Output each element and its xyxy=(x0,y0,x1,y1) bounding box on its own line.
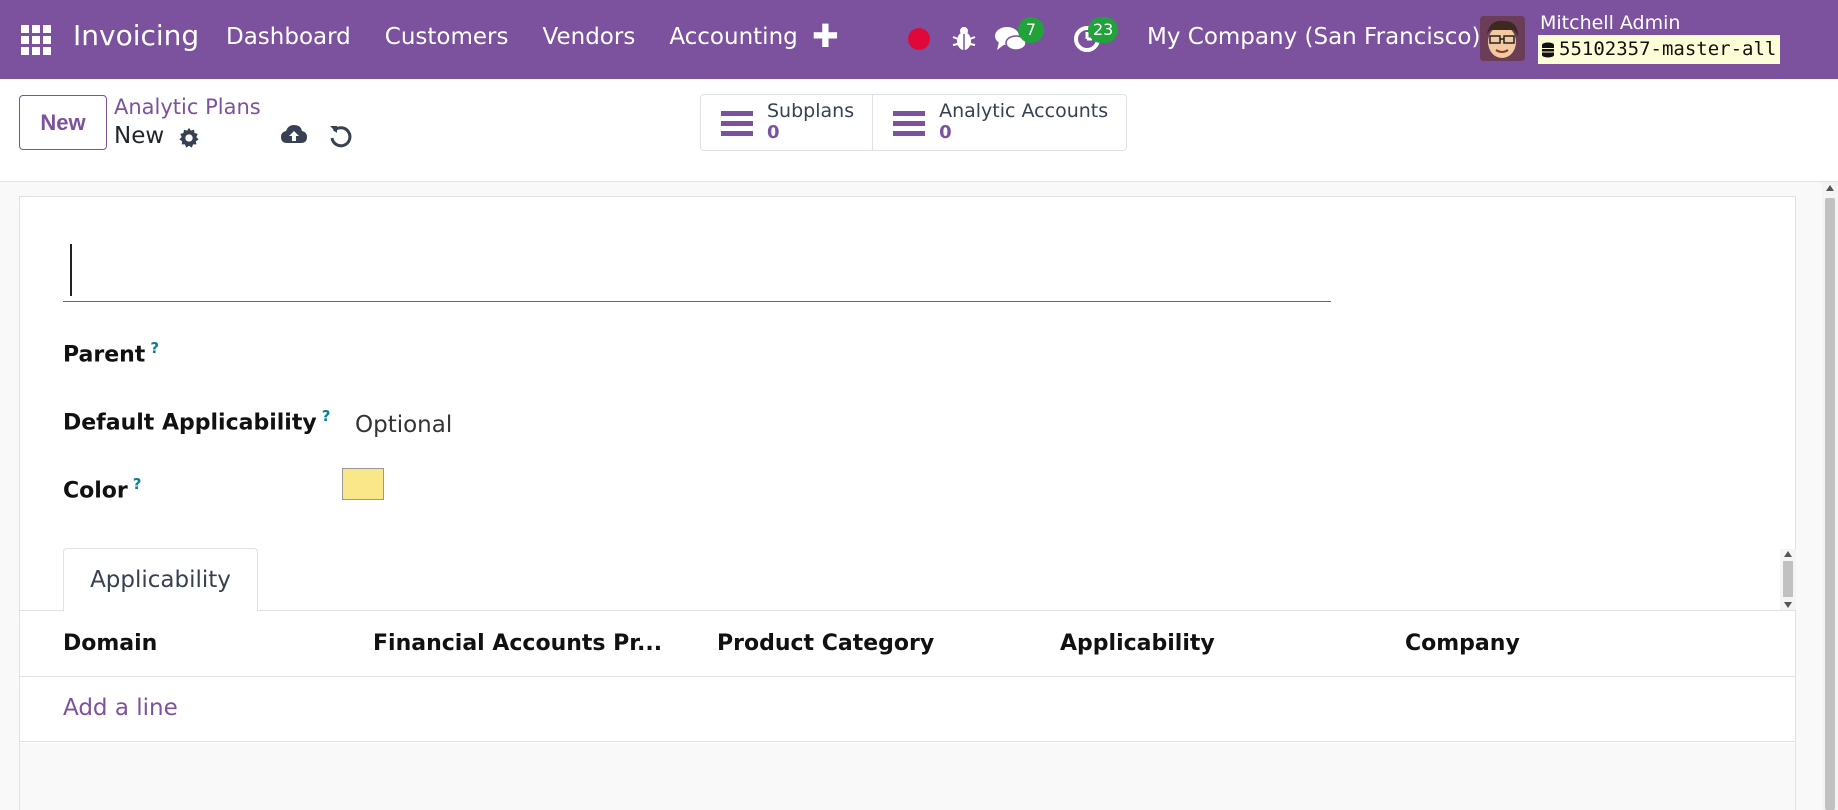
parent-help-tooltip[interactable]: ? xyxy=(150,339,159,357)
apps-grid-icon[interactable] xyxy=(21,25,51,55)
add-a-line-link[interactable]: Add a line xyxy=(63,695,178,721)
company-switcher[interactable]: My Company (San Francisco) xyxy=(1147,24,1480,50)
add-line-row: Add a line xyxy=(20,677,1795,742)
menu-dashboard[interactable]: Dashboard xyxy=(226,24,351,50)
column-domain[interactable]: Domain xyxy=(63,631,157,656)
new-button[interactable]: New xyxy=(19,95,107,150)
menu-customers[interactable]: Customers xyxy=(385,24,509,50)
default-applicability-help-tooltip[interactable]: ? xyxy=(322,407,331,425)
scroll-up-arrow[interactable] xyxy=(1784,551,1792,557)
control-panel: New Analytic Plans New Subplans 0 Analyt… xyxy=(0,79,1838,182)
breadcrumb-current: New xyxy=(114,123,165,149)
form-sheet: Parent? Default Applicability? Optional … xyxy=(19,196,1796,810)
scroll-up-arrow[interactable] xyxy=(1826,185,1834,191)
scroll-thumb[interactable] xyxy=(1783,561,1793,597)
subplans-smart-button[interactable]: Subplans 0 xyxy=(701,95,872,150)
record-icon[interactable] xyxy=(908,28,930,50)
table-footer xyxy=(20,743,1795,810)
database-name: 55102357-master-all xyxy=(1559,38,1777,60)
applicability-table-header: Domain Financial Accounts Pr... Product … xyxy=(20,611,1795,677)
discard-undo-icon[interactable] xyxy=(329,123,353,149)
column-product-category[interactable]: Product Category xyxy=(717,631,934,656)
tab-scrollbar[interactable] xyxy=(1780,549,1796,610)
notebook-tabs: Applicability xyxy=(20,548,1795,612)
bug-icon[interactable] xyxy=(951,25,977,53)
column-financial-accounts-prefix[interactable]: Financial Accounts Pr... xyxy=(373,631,662,656)
plus-icon[interactable]: ✚ xyxy=(812,20,839,52)
page-scrollbar[interactable] xyxy=(1822,182,1838,810)
cloud-upload-save-icon[interactable] xyxy=(280,123,308,149)
user-name[interactable]: Mitchell Admin xyxy=(1540,12,1680,34)
breadcrumb-parent[interactable]: Analytic Plans xyxy=(114,95,261,119)
scroll-down-arrow[interactable] xyxy=(1784,602,1792,608)
gear-icon[interactable] xyxy=(178,127,200,149)
default-applicability-label: Default Applicability? xyxy=(63,407,330,435)
subplans-count: 0 xyxy=(767,122,780,144)
list-icon xyxy=(893,110,926,136)
column-applicability[interactable]: Applicability xyxy=(1060,631,1215,656)
color-label-text: Color xyxy=(63,478,128,504)
column-company[interactable]: Company xyxy=(1405,631,1520,656)
color-picker-swatch[interactable] xyxy=(342,468,384,500)
user-avatar[interactable] xyxy=(1480,16,1525,61)
chat-count-badge: 7 xyxy=(1018,17,1044,43)
analytic-accounts-count: 0 xyxy=(939,122,952,144)
activity-count-badge: 23 xyxy=(1088,17,1119,43)
default-applicability-select[interactable]: Optional xyxy=(355,412,452,438)
main-menu: Dashboard Customers Vendors Accounting xyxy=(226,24,832,50)
text-caret xyxy=(70,244,72,296)
top-navbar: Invoicing Dashboard Customers Vendors Ac… xyxy=(0,0,1838,79)
analytic-accounts-label: Analytic Accounts xyxy=(939,100,1109,123)
app-title[interactable]: Invoicing xyxy=(73,19,199,52)
scroll-thumb[interactable] xyxy=(1825,198,1835,810)
color-field-label: Color? xyxy=(63,475,141,503)
database-chip: 55102357-master-all xyxy=(1538,35,1781,64)
subplans-label: Subplans xyxy=(767,100,855,123)
plan-name-input[interactable] xyxy=(63,242,1331,302)
list-icon xyxy=(721,110,753,136)
smart-buttons: Subplans 0 Analytic Accounts 0 xyxy=(700,94,1128,151)
parent-label-text: Parent xyxy=(63,342,146,368)
default-applicability-label-text: Default Applicability xyxy=(63,410,317,436)
menu-vendors[interactable]: Vendors xyxy=(543,24,636,50)
color-help-tooltip[interactable]: ? xyxy=(133,475,142,493)
analytic-accounts-smart-button[interactable]: Analytic Accounts 0 xyxy=(872,95,1126,150)
parent-field-label: Parent? xyxy=(63,339,159,367)
menu-accounting[interactable]: Accounting xyxy=(669,24,797,50)
database-icon xyxy=(1542,42,1554,57)
tab-applicability[interactable]: Applicability xyxy=(63,548,258,612)
